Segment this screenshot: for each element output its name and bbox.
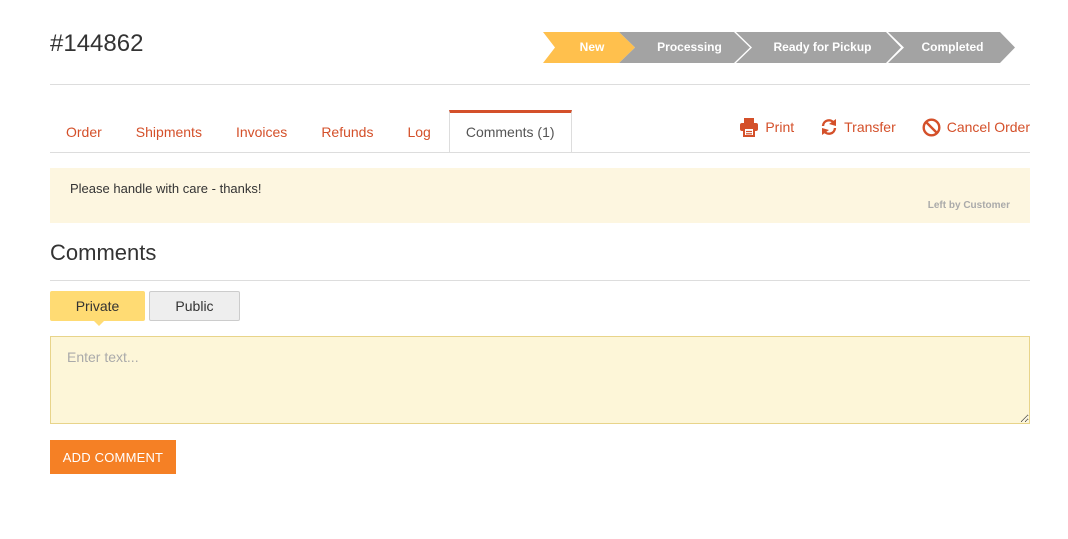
- ban-icon: [922, 117, 941, 137]
- cancel-order-button[interactable]: Cancel Order: [922, 117, 1030, 137]
- add-comment-button[interactable]: ADD COMMENT: [50, 440, 176, 474]
- status-step-ready-for-pickup: Ready for Pickup: [736, 32, 901, 63]
- order-number: #144862: [50, 30, 144, 57]
- tab-comments[interactable]: Comments (1): [448, 110, 572, 153]
- tabs-divider: [50, 152, 1030, 153]
- printer-icon: [740, 118, 759, 137]
- public-toggle-button[interactable]: Public: [149, 291, 240, 321]
- transfer-button[interactable]: Transfer: [820, 118, 896, 136]
- private-toggle-button[interactable]: Private: [50, 291, 145, 326]
- tab-invoices[interactable]: Invoices: [220, 110, 303, 153]
- tab-log[interactable]: Log: [391, 110, 446, 153]
- status-step-completed: Completed: [888, 32, 1015, 63]
- tab-shipments[interactable]: Shipments: [120, 110, 218, 153]
- customer-note-text: Please handle with care - thanks!: [70, 181, 262, 196]
- order-actions: Print Transfer Cancel Order: [713, 117, 1030, 137]
- header-divider: [50, 84, 1030, 85]
- comment-visibility-toggle: Private Public: [50, 291, 240, 326]
- comments-divider: [50, 280, 1030, 281]
- tab-refunds[interactable]: Refunds: [305, 110, 389, 153]
- cancel-order-label: Cancel Order: [946, 119, 1030, 135]
- transfer-label: Transfer: [844, 119, 896, 135]
- tab-order[interactable]: Order: [50, 110, 118, 153]
- comments-heading: Comments: [50, 240, 157, 265]
- print-label: Print: [765, 119, 795, 135]
- order-tabs: Order Shipments Invoices Refunds Log Com…: [50, 110, 574, 153]
- status-step-new: New: [543, 32, 635, 63]
- customer-note-author: Left by Customer: [927, 200, 1010, 211]
- comment-textarea[interactable]: [50, 336, 1030, 424]
- customer-note: Please handle with care - thanks! Left b…: [50, 168, 1030, 223]
- status-step-processing: Processing: [619, 32, 750, 63]
- transfer-icon: [821, 119, 837, 135]
- print-button[interactable]: Print: [739, 117, 794, 137]
